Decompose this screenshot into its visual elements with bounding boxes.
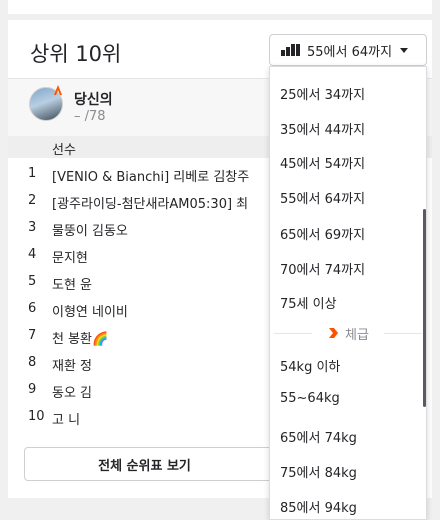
menu-item-age-45-54[interactable]: 45에서 54까지 xyxy=(280,153,365,172)
menu-item-age-70-74[interactable]: 70에서 74까지 xyxy=(280,259,365,278)
row-rank: 10 xyxy=(28,409,45,424)
row-athlete-name[interactable]: 문지현 xyxy=(52,247,88,266)
row-rank: 8 xyxy=(28,355,37,370)
menu-item-age-25-34[interactable]: 25에서 34까지 xyxy=(280,84,365,103)
row-athlete-name[interactable]: 동오 김 xyxy=(52,382,92,401)
row-rank: 4 xyxy=(28,247,37,262)
row-rank: 5 xyxy=(28,274,37,289)
menu-item-age-55-64[interactable]: 55에서 64까지 xyxy=(280,188,365,207)
menu-item-weight-75-84[interactable]: 75에서 84kg xyxy=(280,462,357,481)
caret-down-icon xyxy=(400,47,409,53)
weight-section-header: 체급 xyxy=(270,323,426,343)
dropdown-scrollbar[interactable] xyxy=(423,209,426,407)
weight-section-label: 체급 xyxy=(345,327,369,343)
filter-label: 55에서 64까지 xyxy=(307,44,393,60)
row-rank: 3 xyxy=(28,220,37,235)
age-filter-dropdown[interactable]: 55에서 64까지 xyxy=(269,34,427,66)
menu-item-weight-85-94[interactable]: 85에서 94kg xyxy=(280,497,357,516)
row-rank: 7 xyxy=(28,328,37,343)
menu-item-age-35-44[interactable]: 35에서 44까지 xyxy=(280,119,365,138)
row-athlete-name[interactable]: 천 봉환🌈 xyxy=(52,328,108,347)
row-rank: 6 xyxy=(28,301,37,316)
row-rank: 2 xyxy=(28,193,37,208)
row-rank: 9 xyxy=(28,382,37,397)
row-athlete-name[interactable]: 재환 정 xyxy=(52,355,92,374)
bar-chart-icon xyxy=(281,44,301,56)
row-athlete-name[interactable]: 이형연 네이비 xyxy=(52,301,128,320)
menu-item-age-65-69[interactable]: 65에서 69까지 xyxy=(280,224,365,243)
top-strip xyxy=(8,0,432,14)
row-athlete-name[interactable]: 물뚱이 김동오 xyxy=(52,220,128,239)
view-full-leaderboard-label: 전체 순위표 보기 xyxy=(98,458,191,474)
menu-item-weight-65-74[interactable]: 65에서 74kg xyxy=(280,427,357,446)
chevron-right-icon xyxy=(329,328,339,338)
athlete-name: 당신의 xyxy=(74,92,113,108)
row-athlete-name[interactable]: [VENIO & Bianchi] 리베로 김창주 xyxy=(52,166,249,185)
athlete-rank: – /78 xyxy=(74,109,106,124)
card-title: 상위 10위 xyxy=(30,42,122,66)
column-athlete: 선수 xyxy=(52,143,76,158)
row-rank: 1 xyxy=(28,166,37,181)
row-athlete-name[interactable]: [광주라이딩-첨단새라AM05:30] 최 xyxy=(52,193,248,212)
row-athlete-name[interactable]: 도현 윤 xyxy=(52,274,92,293)
strava-badge-icon xyxy=(54,85,62,95)
menu-item-weight-54-under[interactable]: 54kg 이하 xyxy=(280,356,340,375)
menu-item-weight-55-64[interactable]: 55~64kg xyxy=(280,391,340,406)
row-athlete-name[interactable]: 고 니 xyxy=(52,409,80,428)
filter-dropdown-menu[interactable]: 25에서 34까지 35에서 44까지 45에서 54까지 55에서 64까지 … xyxy=(269,66,427,520)
menu-item-age-75-plus[interactable]: 75세 이상 xyxy=(280,293,337,312)
